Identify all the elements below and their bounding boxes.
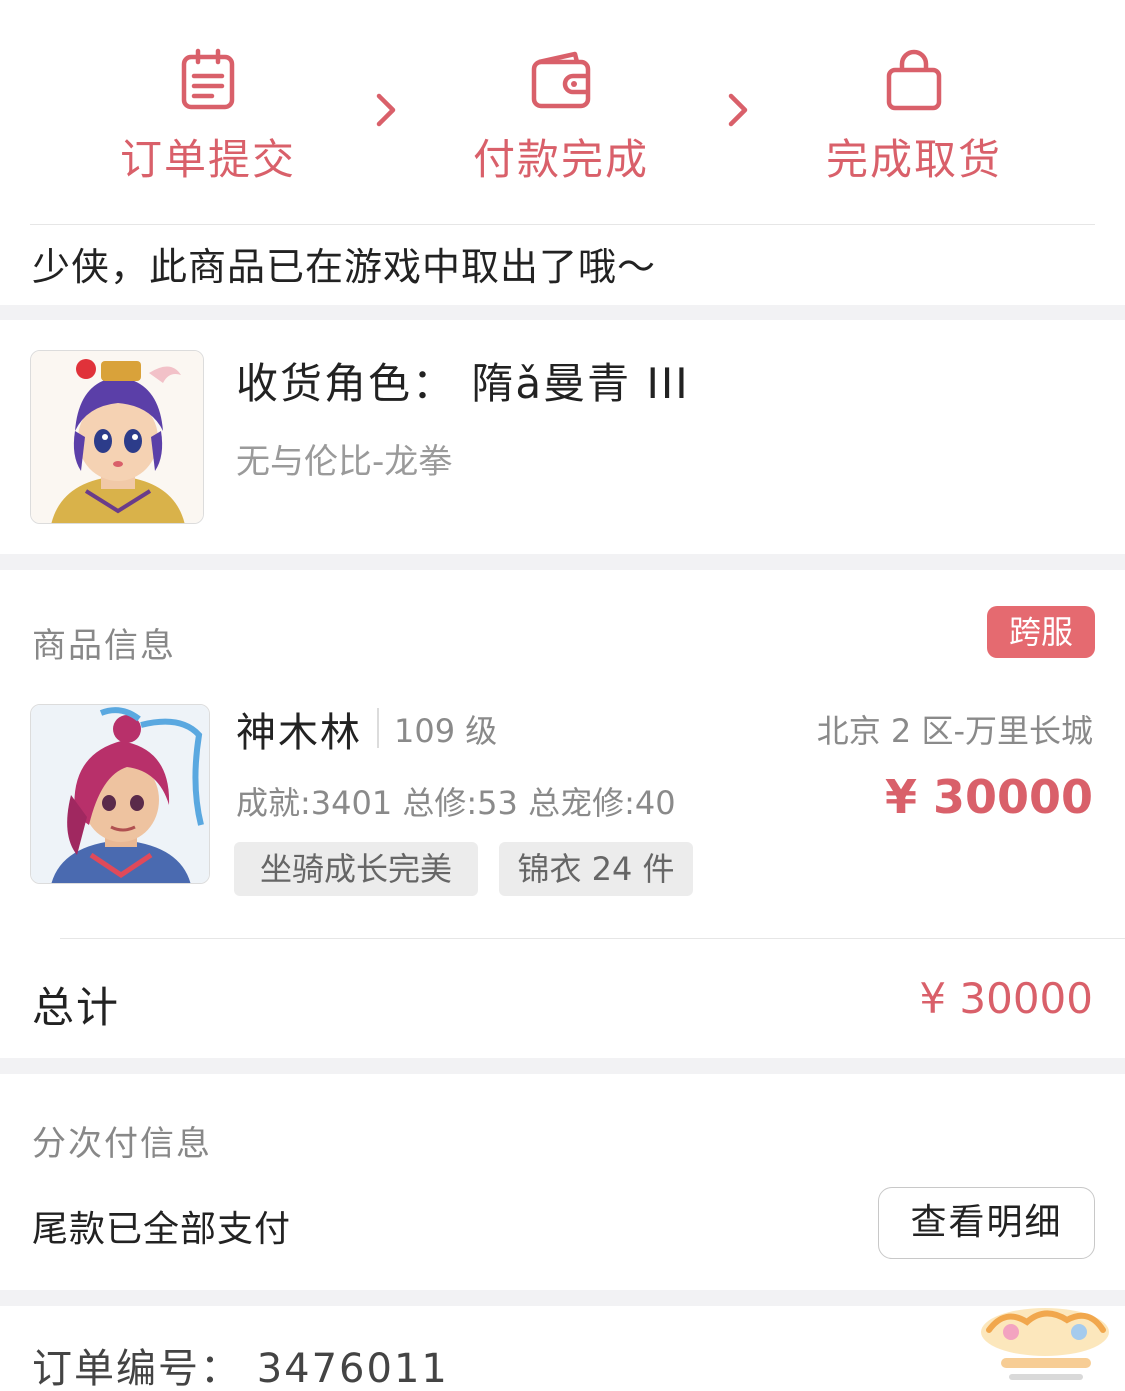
divider [377,708,379,748]
total-label: 总计 [32,983,121,1032]
cross-server-badge: 跨服 [987,606,1095,658]
step-pickup-completed: 完成取货 [794,48,1034,187]
role-portrait-image [31,351,203,523]
pickup-notice: 少侠，此商品已在游戏中取出了哦～ [32,245,657,289]
total-amount: ¥ 30000 [919,974,1093,1023]
section-separator [0,305,1125,320]
step-label: 订单提交 [119,135,296,184]
section-separator [0,1058,1125,1074]
step-label: 付款完成 [472,135,649,184]
shopping-bag-icon [886,49,942,111]
item-stats: 成就:3401 总修:53 总宠修:40 [236,784,676,822]
item-portrait-image [31,705,209,883]
section-separator [0,1290,1125,1306]
order-progress-steps: 订单提交 付款完成 完成取货 [0,0,1125,225]
item-level: 109 级 [394,712,498,750]
payment-status: 尾款已全部支付 [32,1209,292,1250]
wallet-icon [531,51,591,109]
installment-section-title: 分次付信息 [32,1124,212,1164]
clipboard-icon [181,48,235,110]
role-avatar [30,350,204,524]
forum-watermark-logo [981,1308,1109,1380]
step-label: 完成取货 [825,135,1002,184]
item-tag: 锦衣 24 件 [499,842,693,896]
chevron-right-icon [376,93,396,127]
divider [60,938,1125,939]
receiving-role-name: 收货角色： 隋ǎ曼青 III [236,359,690,408]
item-character-avatar [30,704,210,884]
chevron-right-icon [728,93,748,127]
step-order-submitted: 订单提交 [88,48,328,187]
item-character-name: 神木林 [236,710,362,756]
goods-section-title: 商品信息 [32,626,176,666]
section-separator [0,554,1125,570]
item-server: 北京 2 区-万里长城 [816,712,1093,750]
order-number: 订单编号： 3476011 [32,1346,449,1391]
item-tag: 坐骑成长完美 [234,842,478,896]
view-details-button[interactable]: 查看明细 [878,1187,1095,1259]
divider [30,224,1095,225]
step-payment-completed: 付款完成 [441,48,681,187]
item-price: ¥ 30000 [884,770,1093,824]
receiving-role-server: 无与伦比-龙拳 [236,442,453,482]
